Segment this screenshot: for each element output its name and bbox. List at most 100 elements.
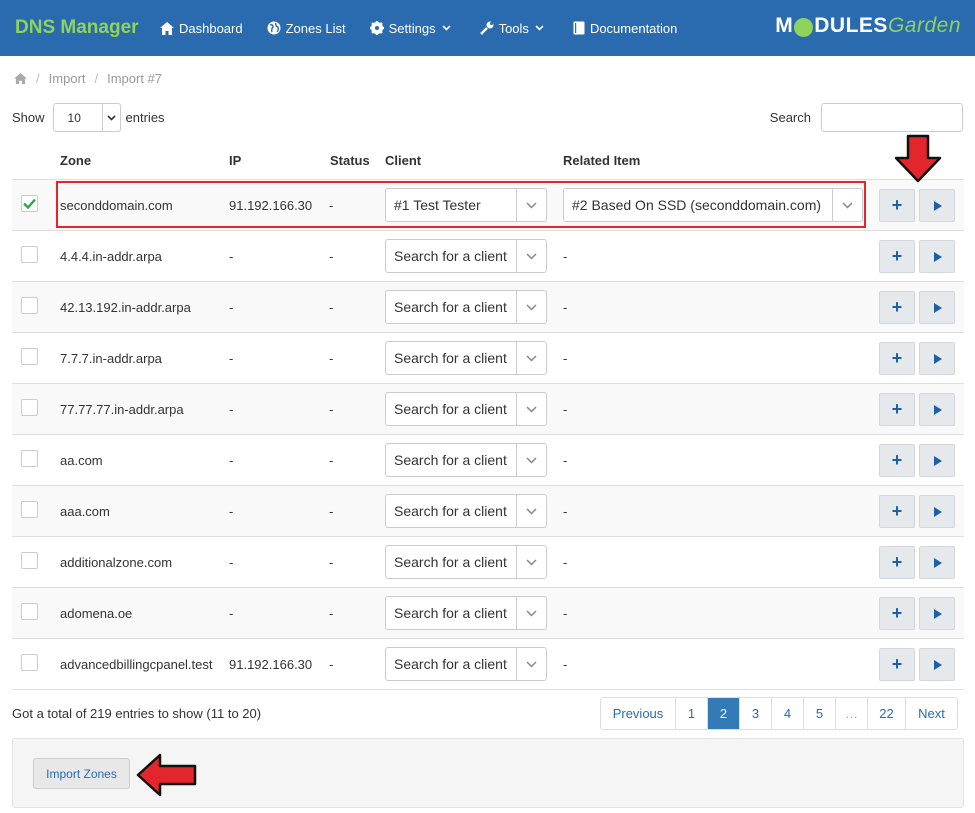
pagination-next[interactable]: Next (905, 698, 957, 729)
import-row-button[interactable] (919, 546, 955, 579)
table-row: 77.77.77.in-addr.arpa - - Search for a c… (12, 383, 964, 434)
row-checkbox[interactable] (21, 501, 38, 518)
modulesgarden-logo[interactable]: M DULES Garden (775, 14, 961, 38)
import-row-button[interactable] (919, 189, 955, 222)
client-select[interactable]: Search for a client (385, 443, 547, 477)
checkmark-icon (23, 198, 36, 209)
nav-tools[interactable]: Tools (479, 20, 549, 36)
add-button[interactable]: + (879, 495, 915, 528)
top-navbar: DNS Manager Dashboard Zones List Setting… (0, 0, 975, 56)
import-zones-button[interactable]: Import Zones (33, 758, 130, 789)
search-input[interactable] (821, 103, 963, 132)
client-select[interactable]: Search for a client (385, 596, 547, 630)
client-select[interactable]: Search for a client (385, 290, 547, 324)
add-button[interactable]: + (879, 291, 915, 324)
nav-zones-list[interactable]: Zones List (267, 21, 346, 36)
entries-select[interactable]: 10 (52, 103, 121, 132)
book-icon (573, 21, 585, 35)
import-row-button[interactable] (919, 597, 955, 630)
app-title[interactable]: DNS Manager (15, 17, 160, 39)
column-status[interactable]: Status (330, 153, 370, 168)
pagination-page-4[interactable]: 4 (771, 698, 803, 729)
home-icon[interactable] (14, 73, 27, 84)
zone-ip: - (229, 248, 234, 264)
chevron-down-icon (516, 648, 546, 680)
zone-name: 4.4.4.in-addr.arpa (60, 248, 162, 264)
pagination-page-2[interactable]: 2 (707, 698, 739, 729)
import-row-button[interactable] (919, 648, 955, 681)
table-row: aaa.com - - Search for a client - + (12, 485, 964, 536)
column-related-item[interactable]: Related Item (563, 153, 640, 168)
client-select[interactable]: #1 Test Tester (385, 188, 547, 222)
breadcrumb: / Import / Import #7 (14, 71, 162, 86)
row-checkbox[interactable] (21, 654, 38, 671)
import-row-button[interactable] (919, 444, 955, 477)
add-button[interactable]: + (879, 240, 915, 273)
import-row-button[interactable] (919, 342, 955, 375)
add-button[interactable]: + (879, 189, 915, 222)
pagination-ellipsis: … (835, 698, 867, 729)
row-checkbox[interactable] (21, 603, 38, 620)
add-button[interactable]: + (879, 648, 915, 681)
client-select-value: Search for a client (394, 401, 507, 417)
client-select[interactable]: Search for a client (385, 341, 547, 375)
client-select[interactable]: Search for a client (385, 647, 547, 681)
search-label: Search (769, 110, 811, 125)
pagination-page-5[interactable]: 5 (803, 698, 835, 729)
add-button[interactable]: + (879, 444, 915, 477)
table-row: 7.7.7.in-addr.arpa - - Search for a clie… (12, 332, 964, 383)
client-select-value: Search for a client (394, 503, 507, 519)
nav-tools-label: Tools (498, 20, 529, 36)
row-checkbox[interactable] (21, 450, 38, 467)
client-select[interactable]: Search for a client (385, 494, 547, 528)
row-checkbox[interactable] (21, 399, 38, 416)
add-button[interactable]: + (879, 393, 915, 426)
nav-documentation[interactable]: Documentation (573, 21, 677, 36)
play-icon (933, 251, 942, 262)
play-icon (933, 608, 942, 619)
nav-settings-label: Settings (388, 20, 436, 36)
pagination-previous[interactable]: Previous (601, 698, 675, 729)
pagination-page-1[interactable]: 1 (675, 698, 707, 729)
column-client[interactable]: Client (385, 153, 421, 168)
breadcrumb-import[interactable]: Import (49, 71, 86, 86)
play-icon (933, 659, 942, 670)
chevron-down-icon (516, 597, 546, 629)
client-select[interactable]: Search for a client (385, 545, 547, 579)
row-checkbox[interactable] (21, 195, 38, 212)
nav-settings[interactable]: Settings (369, 20, 456, 36)
chevron-down-icon (535, 25, 544, 31)
import-row-button[interactable] (919, 240, 955, 273)
column-ip[interactable]: IP (229, 153, 241, 168)
zone-name: 42.13.192.in-addr.arpa (60, 299, 191, 315)
nav-zones-list-label: Zones List (285, 20, 346, 36)
zone-status: - (329, 554, 334, 570)
chevron-down-icon (516, 393, 546, 425)
zone-name: 77.77.77.in-addr.arpa (60, 401, 184, 417)
table-search: Search (770, 103, 963, 132)
add-button[interactable]: + (879, 342, 915, 375)
zone-ip: - (229, 452, 234, 468)
row-checkbox[interactable] (21, 297, 38, 314)
client-select[interactable]: Search for a client (385, 392, 547, 426)
plus-icon: + (891, 654, 903, 674)
pagination-page-22[interactable]: 22 (867, 698, 905, 729)
related-item: - (563, 452, 568, 468)
row-checkbox[interactable] (21, 552, 38, 569)
add-button[interactable]: + (879, 597, 915, 630)
entries-label: entries (125, 110, 165, 125)
zone-status: - (329, 452, 334, 468)
related-item-select[interactable]: #2 Based On SSD (seconddomain.com) (563, 188, 863, 222)
nav-dashboard[interactable]: Dashboard (160, 21, 243, 36)
column-zone[interactable]: Zone (60, 153, 91, 168)
import-row-button[interactable] (919, 291, 955, 324)
client-select[interactable]: Search for a client (385, 239, 547, 273)
row-checkbox[interactable] (21, 348, 38, 365)
play-icon (933, 506, 942, 517)
import-row-button[interactable] (919, 393, 955, 426)
add-button[interactable]: + (879, 546, 915, 579)
import-row-button[interactable] (919, 495, 955, 528)
pagination-page-3[interactable]: 3 (739, 698, 771, 729)
play-icon (933, 302, 942, 313)
row-checkbox[interactable] (21, 246, 38, 263)
